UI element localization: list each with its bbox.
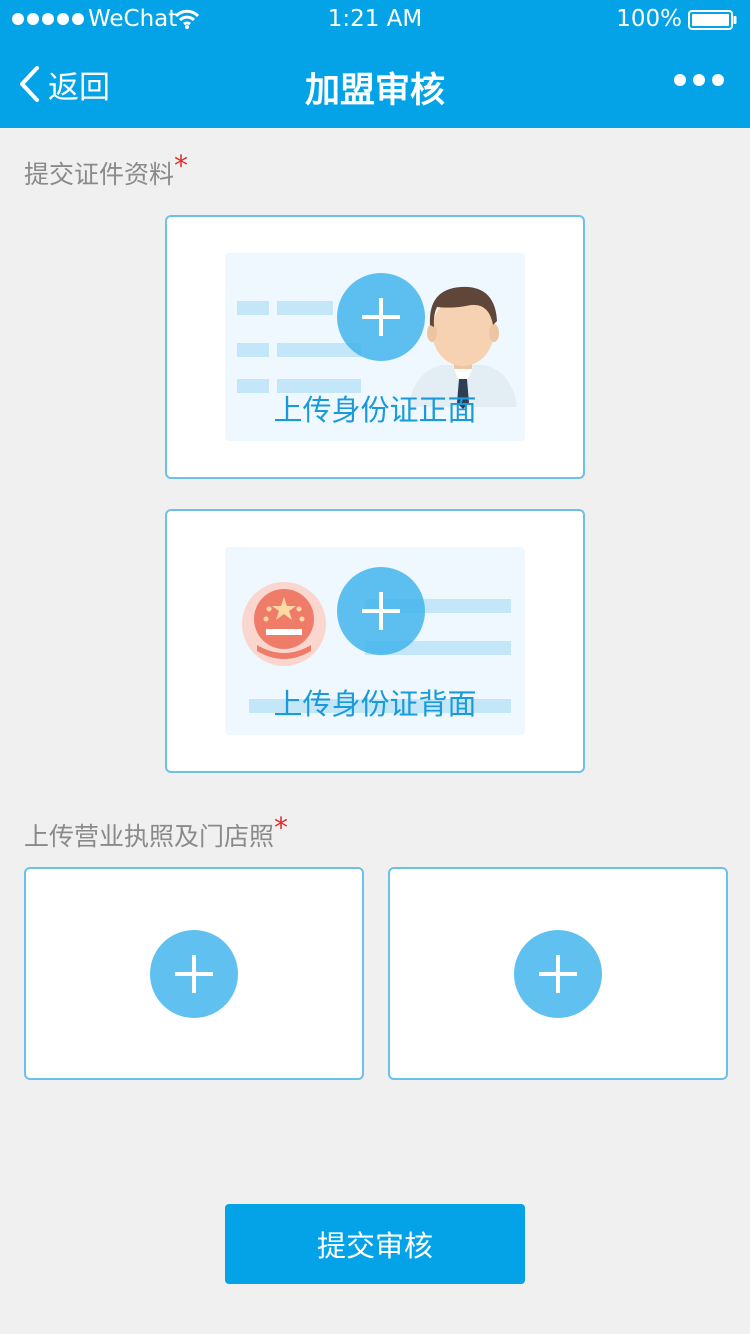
id-front-caption: 上传身份证正面 — [273, 393, 477, 427]
submit-review-button[interactable]: 提交审核 — [225, 1204, 525, 1284]
add-photo-icon — [150, 930, 238, 1018]
battery-percentage: 100% — [616, 6, 682, 32]
more-options-button[interactable] — [674, 74, 724, 86]
license-section-label: 上传营业执照及门店照* — [24, 811, 288, 853]
add-photo-icon — [514, 930, 602, 1018]
national-emblem-icon — [242, 582, 326, 666]
battery-icon — [688, 10, 737, 30]
chevron-left-icon — [20, 66, 39, 102]
back-button[interactable]: 返回 — [18, 62, 110, 106]
header: WeChat 1:21 AM 100% 返回 加盟审核 — [0, 0, 750, 128]
id-back-upload-card[interactable]: 上传身份证背面 — [165, 509, 585, 773]
id-front-upload-card[interactable]: 上传身份证正面 — [165, 215, 585, 479]
id-section-label: 提交证件资料* — [24, 149, 188, 191]
id-section-label-text: 提交证件资料 — [24, 160, 175, 189]
business-license-upload-card[interactable] — [24, 867, 364, 1080]
back-label: 返回 — [48, 69, 110, 106]
store-photo-upload-card[interactable] — [388, 867, 728, 1080]
status-bar: WeChat 1:21 AM 100% — [0, 0, 750, 40]
navigation-bar: 返回 加盟审核 — [0, 40, 750, 128]
id-back-caption: 上传身份证背面 — [273, 687, 477, 721]
add-photo-icon — [337, 567, 425, 655]
page-title: 加盟审核 — [304, 71, 445, 111]
add-photo-icon — [337, 273, 425, 361]
required-marker: * — [274, 811, 289, 844]
required-marker: * — [174, 149, 189, 182]
license-section-label-text: 上传营业执照及门店照 — [24, 822, 275, 851]
